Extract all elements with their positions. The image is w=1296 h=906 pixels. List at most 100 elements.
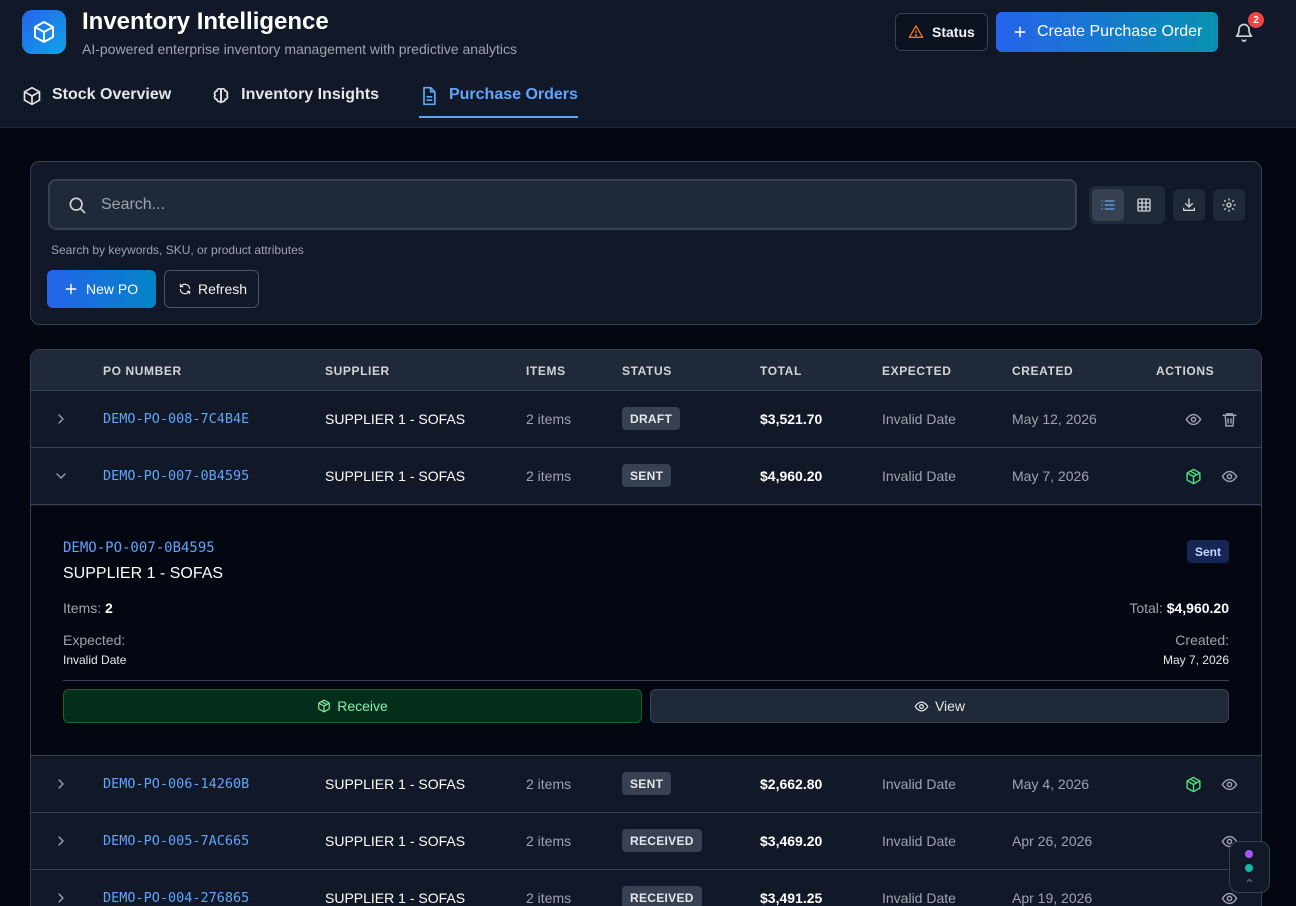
po-number-link[interactable]: DEMO-PO-007-0B4595 xyxy=(103,468,249,485)
receive-button[interactable]: Receive xyxy=(63,689,642,723)
po-number-link[interactable]: DEMO-PO-004-276865 xyxy=(103,890,249,906)
status-badge: SENT xyxy=(622,772,672,795)
chevron-right-icon[interactable] xyxy=(53,890,69,906)
po-number-link[interactable]: DEMO-PO-008-7C4B4E xyxy=(103,411,249,428)
view-button[interactable]: View xyxy=(650,689,1229,723)
settings-button[interactable] xyxy=(1213,189,1245,221)
search-panel: Search by keywords, SKU, or product attr… xyxy=(30,161,1262,325)
table-row[interactable]: DEMO-PO-004-276865 SUPPLIER 1 - SOFAS 2 … xyxy=(31,870,1261,906)
eye-icon[interactable] xyxy=(1221,468,1238,485)
plus-icon xyxy=(65,283,77,295)
status-badge: SENT xyxy=(622,464,672,487)
expected-cell: Invalid Date xyxy=(882,776,956,792)
eye-icon xyxy=(914,700,929,712)
table-row[interactable]: DEMO-PO-005-7AC665 SUPPLIER 1 - SOFAS 2 … xyxy=(31,813,1261,870)
refresh-label: Refresh xyxy=(198,281,248,297)
items-cell: 2 items xyxy=(526,411,572,427)
chevron-right-icon[interactable] xyxy=(53,776,69,792)
detail-created-label: Created: xyxy=(1175,632,1229,648)
supplier-cell: SUPPLIER 1 - SOFAS xyxy=(325,776,466,792)
app-header: Inventory Intelligence AI-powered enterp… xyxy=(0,0,1296,128)
eye-icon[interactable] xyxy=(1185,411,1202,428)
table-row[interactable]: DEMO-PO-007-0B4595 SUPPLIER 1 - SOFAS 2 … xyxy=(31,448,1261,505)
divider xyxy=(63,680,1229,681)
column-header[interactable]: EXPECTED xyxy=(882,364,951,378)
search-icon xyxy=(69,197,86,213)
detail-expected-value: Invalid Date xyxy=(63,653,127,667)
supplier-cell: SUPPLIER 1 - SOFAS xyxy=(325,468,466,484)
tab-stock-overview[interactable]: Stock Overview xyxy=(22,82,171,118)
receive-package-icon[interactable] xyxy=(1185,468,1202,485)
download-button[interactable] xyxy=(1173,189,1205,221)
tab-label: Purchase Orders xyxy=(448,86,578,103)
receive-label: Receive xyxy=(337,698,388,714)
chevron-down-icon[interactable] xyxy=(53,468,69,484)
tab-label: Stock Overview xyxy=(52,86,172,103)
created-cell: Apr 19, 2026 xyxy=(1012,890,1093,906)
status-button[interactable]: Status xyxy=(895,13,988,51)
total-cell: $3,491.25 xyxy=(760,890,823,906)
list-view-button[interactable] xyxy=(1092,189,1124,221)
purple-status-dot xyxy=(1245,850,1253,858)
eye-icon[interactable] xyxy=(1221,776,1238,793)
created-cell: May 12, 2026 xyxy=(1012,411,1097,427)
tab-label: Inventory Insights xyxy=(241,86,379,103)
column-header[interactable]: CREATED xyxy=(1012,364,1073,378)
total-cell: $4,960.20 xyxy=(760,468,823,484)
view-toggle-group xyxy=(1089,186,1165,224)
tab-purchase-orders[interactable]: Purchase Orders xyxy=(418,82,578,118)
teal-status-dot xyxy=(1245,864,1253,872)
column-header[interactable]: STATUS xyxy=(622,364,672,378)
expected-cell: Invalid Date xyxy=(882,468,956,484)
detail-status-badge: Sent xyxy=(1186,540,1229,563)
po-number-link[interactable]: DEMO-PO-005-7AC665 xyxy=(103,833,249,850)
grid-view-button[interactable] xyxy=(1128,189,1160,221)
detail-total-label: Total: xyxy=(1129,600,1163,616)
create-purchase-order-button[interactable]: Create Purchase Order xyxy=(996,12,1218,52)
chevron-right-icon[interactable] xyxy=(53,833,69,849)
status-badge: RECEIVED xyxy=(622,886,702,906)
status-badge: DRAFT xyxy=(622,407,681,430)
list-icon xyxy=(1101,200,1115,210)
column-header[interactable]: SUPPLIER xyxy=(325,364,390,378)
notification-badge: 2 xyxy=(1248,12,1264,28)
table-row[interactable]: DEMO-PO-008-7C4B4E SUPPLIER 1 - SOFAS 2 … xyxy=(31,391,1261,448)
dev-tools-widget[interactable] xyxy=(1229,841,1270,893)
items-cell: 2 items xyxy=(526,468,572,484)
search-box[interactable] xyxy=(48,179,1077,230)
search-input[interactable] xyxy=(101,184,1021,225)
expected-cell: Invalid Date xyxy=(882,890,956,906)
new-po-label: New PO xyxy=(86,281,139,297)
app-title: Inventory Intelligence xyxy=(82,8,329,35)
new-po-button[interactable]: New PO xyxy=(47,270,156,308)
column-header[interactable]: ITEMS xyxy=(526,364,566,378)
supplier-cell: SUPPLIER 1 - SOFAS xyxy=(325,411,466,427)
chevron-right-icon[interactable] xyxy=(53,411,69,427)
download-icon xyxy=(1183,198,1195,211)
refresh-button[interactable]: Refresh xyxy=(164,270,259,308)
plus-icon xyxy=(1014,26,1026,38)
po-number-link[interactable]: DEMO-PO-006-14260B xyxy=(103,776,249,793)
po-detail-panel: DEMO-PO-007-0B4595 SUPPLIER 1 - SOFAS Se… xyxy=(31,506,1261,756)
created-cell: May 4, 2026 xyxy=(1012,776,1090,792)
trash-icon[interactable] xyxy=(1221,411,1238,428)
chevron-up-icon xyxy=(1246,878,1253,883)
receive-package-icon xyxy=(318,699,331,713)
total-cell: $3,521.70 xyxy=(760,411,823,427)
column-header[interactable]: TOTAL xyxy=(760,364,802,378)
tab-inventory-insights[interactable]: Inventory Insights xyxy=(211,82,379,118)
document-icon xyxy=(423,86,436,106)
main-tabs: Stock Overview Inventory Insights Purcha… xyxy=(22,82,578,118)
column-header[interactable]: PO NUMBER xyxy=(103,364,182,378)
table-row[interactable]: DEMO-PO-006-14260B SUPPLIER 1 - SOFAS 2 … xyxy=(31,756,1261,813)
detail-items-value: 2 xyxy=(105,600,113,616)
items-cell: 2 items xyxy=(526,776,572,792)
warning-icon xyxy=(908,25,924,38)
create-purchase-order-label: Create Purchase Order xyxy=(1037,23,1203,40)
expected-cell: Invalid Date xyxy=(882,411,956,427)
column-header: ACTIONS xyxy=(1156,364,1215,378)
total-cell: $2,662.80 xyxy=(760,776,823,792)
app-subtitle: AI-powered enterprise inventory manageme… xyxy=(82,41,517,57)
package-icon xyxy=(23,86,41,106)
receive-package-icon[interactable] xyxy=(1185,776,1202,793)
